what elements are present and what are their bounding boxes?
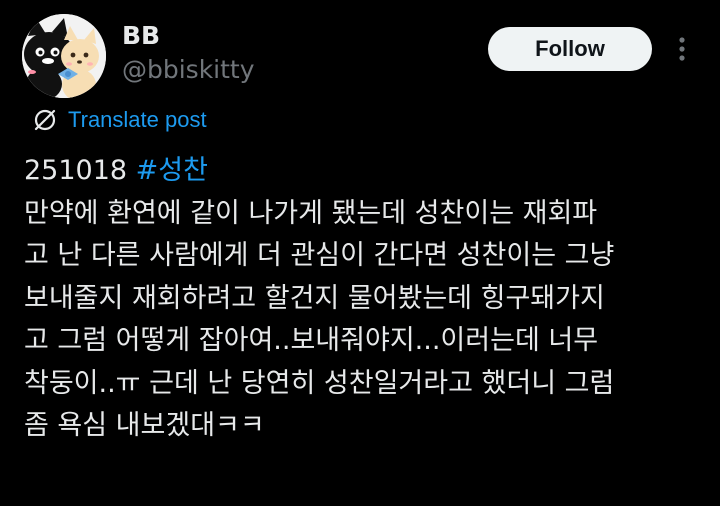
- avatar[interactable]: [22, 14, 106, 98]
- post-line: 좀 욕심 내보겠대ㅋㅋ: [24, 410, 265, 441]
- author-display-name[interactable]: BB: [122, 20, 160, 52]
- post: BB @bbiskitty Follow Translate post 2510…: [0, 0, 720, 506]
- post-line: 만약에 환연에 같이 나가게 됐는데 성찬이는 재회파: [24, 197, 598, 229]
- post-line: 착둥이..ㅠ 근데 난 당연히 성찬일거라고 했더니 그럼: [24, 367, 615, 399]
- post-line: 고 그럼 어떻게 잡아여..보내줘야지...이러는데 너무: [24, 325, 599, 356]
- post-line: 보내줄지 재회하려고 할건지 물어봤는데 힝구돼가지: [24, 282, 605, 314]
- hashtag-link[interactable]: #성찬: [136, 155, 208, 186]
- post-date: 251018: [24, 155, 136, 186]
- translate-post-link[interactable]: Translate post: [32, 103, 207, 137]
- globe-translate-icon: [34, 109, 56, 131]
- follow-button[interactable]: Follow: [488, 27, 652, 71]
- author-handle[interactable]: @bbiskitty: [122, 54, 255, 86]
- post-text: 251018 #성찬 만약에 환연에 같이 나가게 됐는데 성찬이는 재회파 고…: [24, 150, 704, 448]
- more-options-button[interactable]: [664, 30, 700, 68]
- more-vertical-icon: [679, 37, 685, 61]
- translate-post-label: Translate post: [68, 107, 207, 132]
- cat-avatar-icon: [22, 14, 106, 98]
- post-line: 고 난 다른 사람에게 더 관심이 간다면 성찬이는 그냥: [24, 240, 615, 271]
- post-line-date: 251018 #성찬: [24, 150, 704, 193]
